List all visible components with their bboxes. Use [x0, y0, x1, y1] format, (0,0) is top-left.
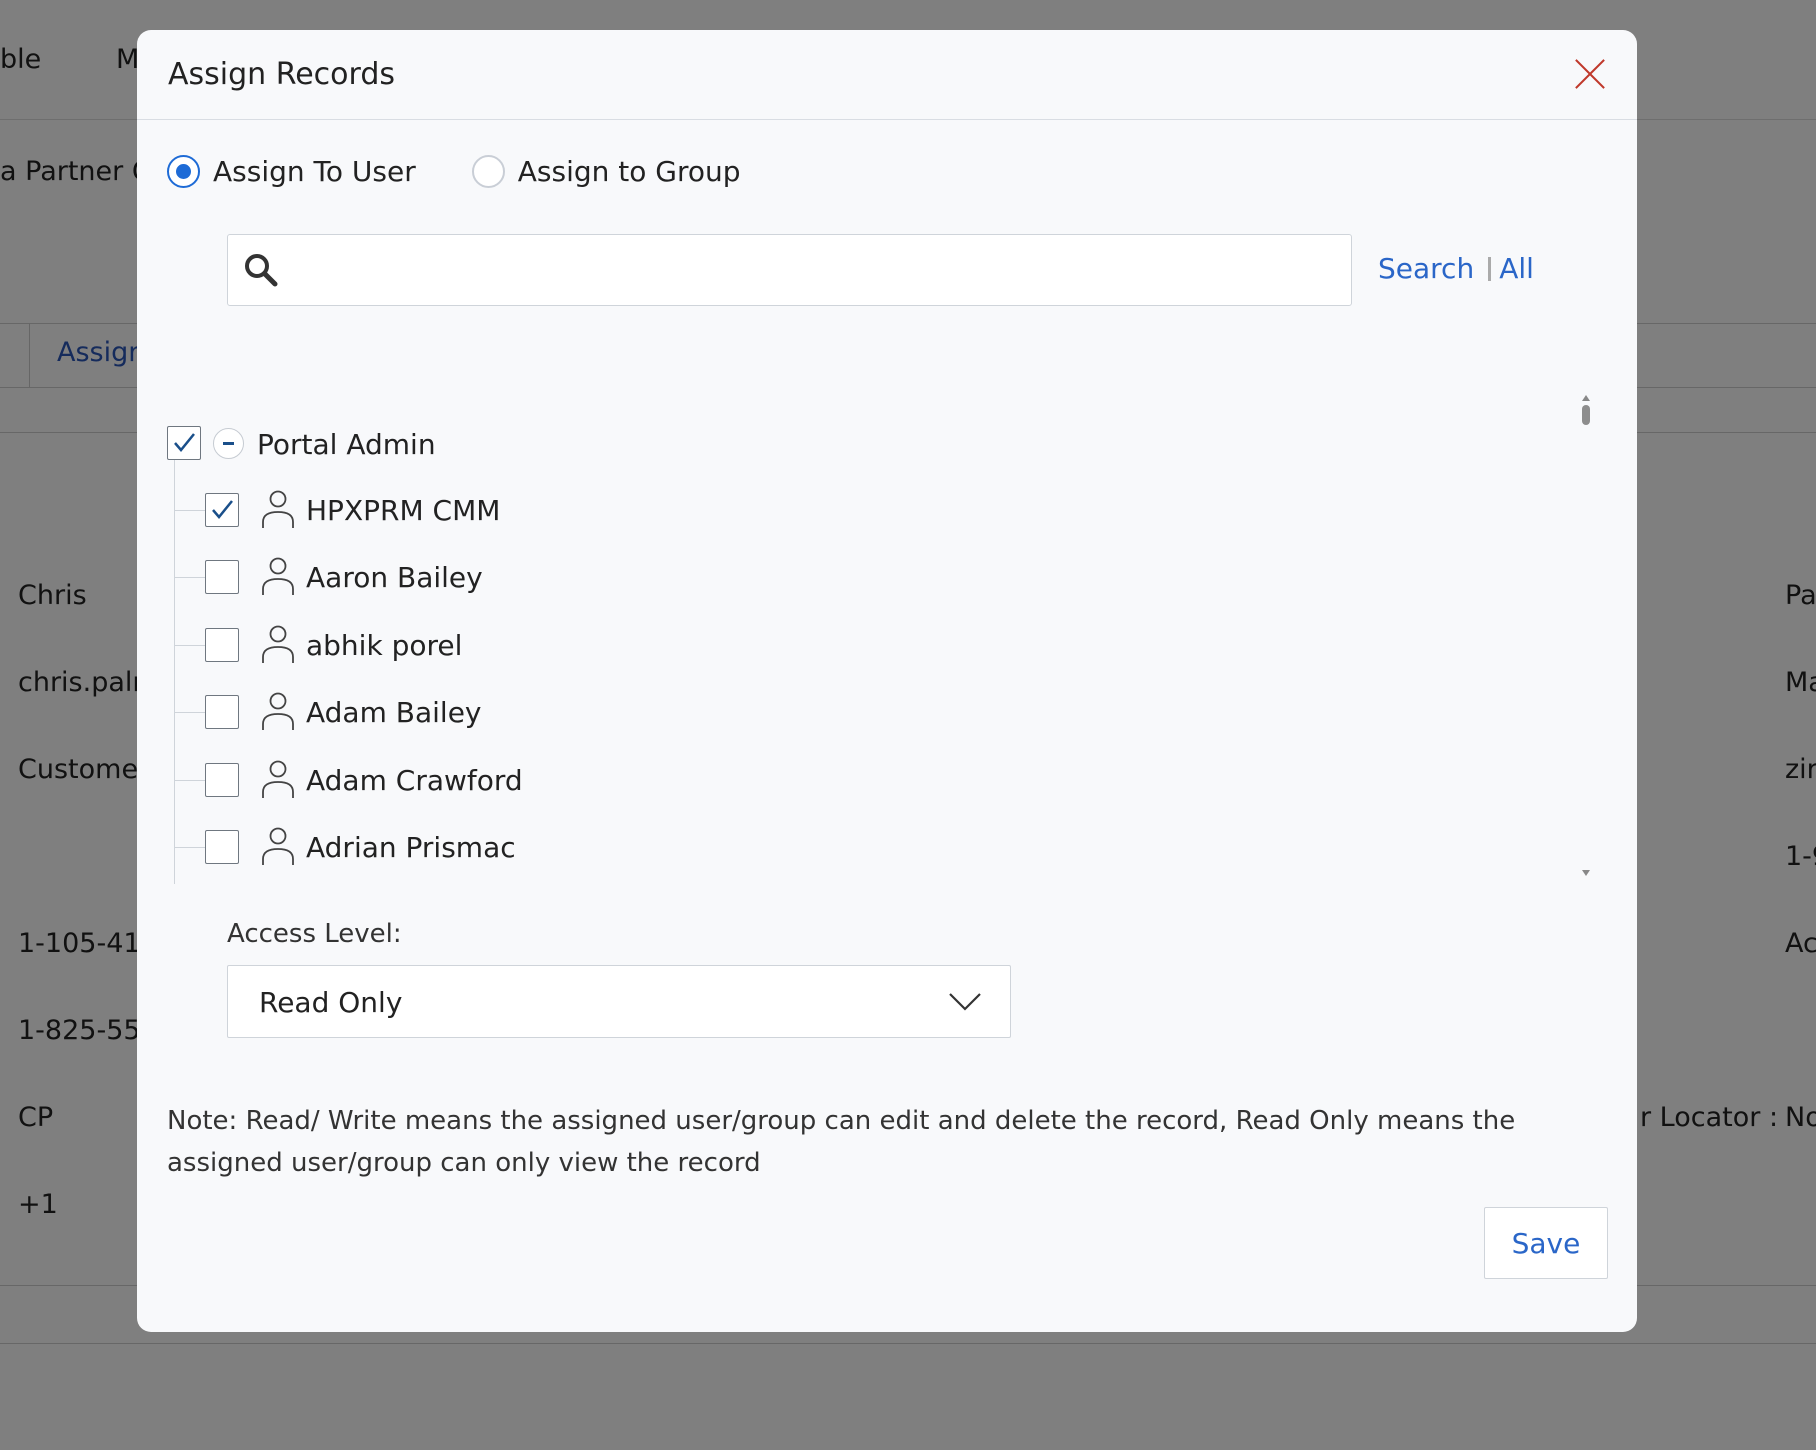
access-level-label: Access Level:: [227, 919, 402, 949]
tree-user-item[interactable]: Adam Bailey: [137, 684, 1537, 742]
search-icon: [245, 254, 278, 287]
user-icon: [262, 760, 294, 798]
save-button[interactable]: Save: [1484, 1207, 1608, 1279]
assign-to-group-option[interactable]: Assign to Group: [471, 154, 741, 188]
search-link[interactable]: Search: [1378, 252, 1474, 285]
tree-connector: [175, 712, 205, 713]
user-icon: [262, 827, 294, 865]
tree-connector: [175, 847, 205, 848]
user-name: abhik porel: [306, 629, 463, 662]
tree-user-item[interactable]: Adrian Prismac: [137, 819, 1537, 877]
all-link[interactable]: All: [1499, 252, 1534, 285]
tree-user-item[interactable]: HPXPRM CMM: [137, 482, 1537, 540]
check-icon: [212, 500, 233, 519]
check-icon: [174, 433, 195, 452]
collapse-toggle-icon[interactable]: [213, 428, 244, 459]
user-checkbox[interactable]: [205, 763, 239, 797]
assign-to-user-radio[interactable]: [167, 154, 200, 188]
user-icon: [262, 625, 294, 663]
scroll-down-icon[interactable]: [1582, 870, 1590, 876]
user-name: Adam Crawford: [306, 764, 523, 797]
tree-connector: [175, 780, 205, 781]
tree-group-label: Portal Admin: [257, 428, 436, 461]
search-input[interactable]: [290, 245, 1340, 295]
assign-records-modal: Assign Records Assign To User Assign to …: [137, 30, 1637, 1332]
assign-type-radio-group: Assign To User Assign to Group: [167, 151, 797, 191]
tree-scrollbar[interactable]: [1578, 390, 1594, 884]
modal-title: Assign Records: [168, 57, 395, 92]
search-links: Search All: [1378, 252, 1534, 285]
user-name: Adam Bailey: [306, 696, 482, 729]
chevron-down-icon: [949, 993, 981, 1011]
access-level-select[interactable]: Read Only: [227, 965, 1011, 1038]
tree-user-item[interactable]: Aaron Bailey: [137, 549, 1537, 607]
link-separator: [1488, 256, 1492, 281]
access-note: Note: Read/ Write means the assigned use…: [167, 1106, 1516, 1178]
tree-connector: [175, 645, 205, 646]
assign-to-group-label: Assign to Group: [517, 154, 741, 188]
scroll-up-icon[interactable]: [1582, 395, 1590, 401]
user-name: Adrian Prismac: [306, 831, 516, 864]
search-box: [227, 234, 1352, 306]
tree-user-item[interactable]: Adam Crawford: [137, 752, 1537, 810]
user-tree: Portal Admin HPXPRM CMM Aaron Bailey abh…: [137, 390, 1577, 884]
scroll-thumb[interactable]: [1582, 405, 1590, 425]
close-icon[interactable]: [1574, 58, 1606, 90]
user-name: Aaron Bailey: [306, 561, 483, 594]
user-checkbox[interactable]: [205, 830, 239, 864]
user-icon: [262, 490, 294, 528]
user-checkbox[interactable]: [205, 695, 239, 729]
user-checkbox[interactable]: [205, 560, 239, 594]
assign-to-user-option[interactable]: Assign To User: [167, 154, 416, 188]
tree-user-item[interactable]: abhik porel: [137, 617, 1537, 675]
portal-admin-checkbox[interactable]: [167, 426, 201, 460]
tree-connector: [175, 577, 205, 578]
access-level-value: Read Only: [259, 986, 403, 1019]
assign-to-user-label: Assign To User: [213, 154, 416, 188]
user-checkbox[interactable]: [205, 493, 239, 527]
user-name: HPXPRM CMM: [306, 494, 501, 527]
user-icon: [262, 692, 294, 730]
modal-header: Assign Records: [137, 30, 1637, 120]
user-checkbox[interactable]: [205, 628, 239, 662]
tree-connector: [175, 510, 205, 511]
user-icon: [262, 557, 294, 595]
assign-to-group-radio[interactable]: [471, 154, 505, 188]
